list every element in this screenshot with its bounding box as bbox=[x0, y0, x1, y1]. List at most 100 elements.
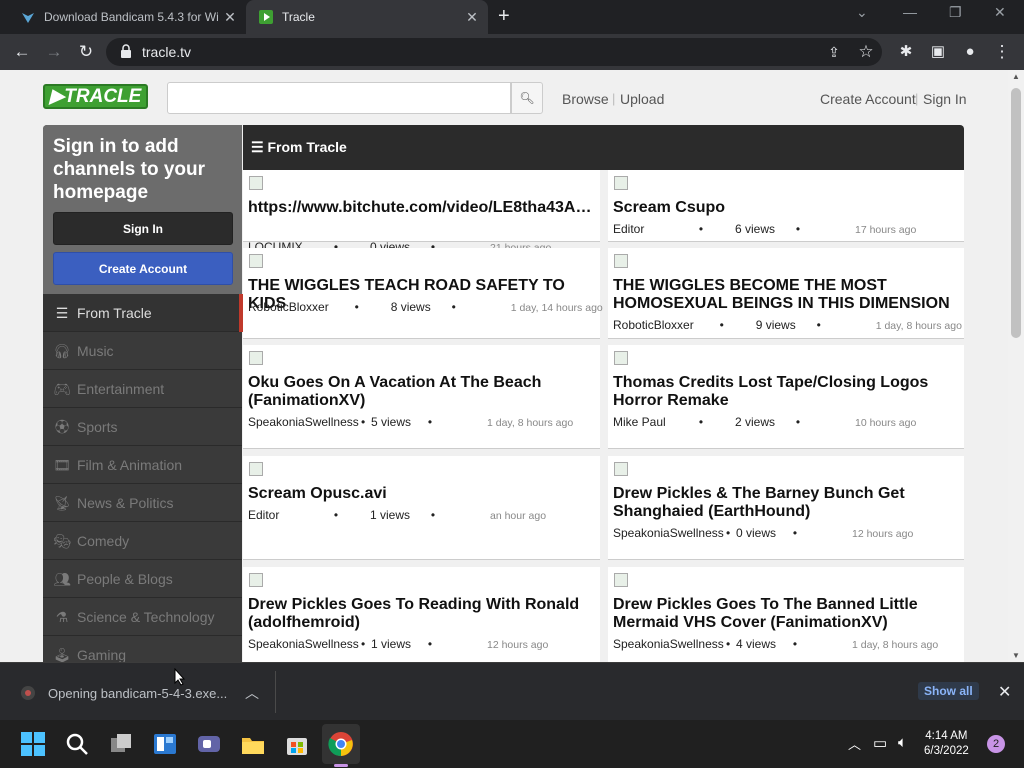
file-explorer-icon[interactable] bbox=[239, 730, 267, 758]
volume-icon[interactable]: 🔈︎ bbox=[898, 734, 907, 751]
profile-icon[interactable]: ● bbox=[960, 42, 980, 62]
new-tab-icon[interactable]: + bbox=[498, 6, 510, 26]
sidebar-item-film-animation[interactable]: 🎞︎ Film & Animation bbox=[43, 446, 242, 484]
video-card[interactable]: Oku Goes On A Vacation At The Beach (Fan… bbox=[243, 345, 600, 449]
sidebar-create-account-button[interactable]: Create Account bbox=[53, 252, 233, 285]
video-uploader[interactable]: SpeakoniaSwellness bbox=[248, 415, 361, 429]
create-account-link[interactable]: Create Account bbox=[820, 91, 916, 107]
notification-badge[interactable]: 2 bbox=[987, 735, 1005, 753]
video-uploader[interactable]: RoboticBloxxer bbox=[613, 318, 694, 332]
chrome-icon[interactable] bbox=[327, 730, 355, 758]
video-title[interactable]: Drew Pickles & The Barney Bunch Get Shan… bbox=[613, 485, 956, 521]
minimize-icon[interactable]: — bbox=[903, 4, 917, 20]
browse-link[interactable]: Browse bbox=[562, 91, 609, 107]
broken-thumbnail-icon[interactable] bbox=[249, 573, 263, 587]
video-card[interactable]: Drew Pickles Goes To The Banned Little M… bbox=[608, 567, 964, 662]
broken-thumbnail-icon[interactable] bbox=[249, 176, 263, 190]
close-tab-icon[interactable]: ✕ bbox=[220, 9, 240, 26]
clock[interactable]: 4:14 AM 6/3/2022 bbox=[924, 729, 969, 759]
video-title[interactable]: Scream Csupo bbox=[613, 199, 956, 217]
bookmark-star-icon[interactable]: ☆ bbox=[856, 42, 876, 62]
sidebar-item-music[interactable]: 🎧︎ Music bbox=[43, 332, 242, 370]
video-uploader[interactable]: Editor bbox=[613, 222, 673, 236]
share-icon[interactable]: ⇪ bbox=[824, 42, 844, 62]
tab-search-chevron-icon[interactable]: ⌄ bbox=[856, 4, 868, 21]
forward-icon[interactable]: → bbox=[44, 42, 64, 62]
search-box[interactable] bbox=[167, 82, 511, 114]
video-card[interactable]: https://www.bitchute.com/video/LE8tha43A… bbox=[243, 170, 600, 254]
broken-thumbnail-icon[interactable] bbox=[614, 573, 628, 587]
upload-link[interactable]: Upload bbox=[620, 91, 664, 107]
video-uploader[interactable]: SpeakoniaSwellness bbox=[248, 637, 361, 651]
close-window-icon[interactable]: ✕ bbox=[994, 4, 1006, 21]
sidebar-item-from-tracle[interactable]: ☰ From Tracle bbox=[43, 294, 242, 332]
sidebar-item-people-blogs[interactable]: 👥︎ People & Blogs bbox=[43, 560, 242, 598]
chevron-up-icon[interactable]: ︿ bbox=[245, 683, 259, 703]
close-download-bar-icon[interactable]: ✕ bbox=[998, 682, 1011, 702]
network-icon[interactable]: ▭ bbox=[873, 734, 887, 752]
widgets-icon[interactable] bbox=[151, 730, 179, 758]
menu-kebab-icon[interactable]: ⋮ bbox=[992, 42, 1012, 62]
download-status[interactable]: Opening bandicam-5-4-3.exe... bbox=[48, 686, 227, 701]
sidebar-item-news-politics[interactable]: 📡︎ News & Politics bbox=[43, 484, 242, 522]
video-title[interactable]: Drew Pickles Goes To The Banned Little M… bbox=[613, 596, 956, 632]
video-card[interactable]: THE WIGGLES BECOME THE MOST HOMOSEXUAL B… bbox=[608, 248, 964, 339]
tracle-logo[interactable]: ▶TRACLE bbox=[43, 84, 148, 109]
video-card[interactable]: Thomas Credits Lost Tape/Closing Logos H… bbox=[608, 345, 964, 449]
video-title[interactable]: Drew Pickles Goes To Reading With Ronald… bbox=[248, 596, 592, 632]
reload-icon[interactable]: ↻ bbox=[76, 42, 96, 62]
video-uploader[interactable]: SpeakoniaSwellness bbox=[613, 637, 726, 651]
video-title[interactable]: https://www.bitchute.com/video/LE8tha43A… bbox=[248, 199, 592, 217]
show-all-button[interactable]: Show all bbox=[918, 682, 979, 700]
video-card[interactable]: Drew Pickles Goes To Reading With Ronald… bbox=[243, 567, 600, 662]
search-input[interactable] bbox=[168, 83, 510, 113]
sidebar-item-comedy[interactable]: 🎭︎ Comedy bbox=[43, 522, 242, 560]
teams-chat-icon[interactable] bbox=[195, 730, 223, 758]
scrollbar-thumb[interactable] bbox=[1011, 88, 1021, 338]
search-icon: 🔍︎ bbox=[519, 91, 535, 105]
extensions-icon[interactable]: ✱ bbox=[896, 42, 916, 62]
video-uploader[interactable]: SpeakoniaSwellness bbox=[613, 526, 726, 540]
side-panel-icon[interactable]: ▣ bbox=[928, 42, 948, 62]
broken-thumbnail-icon[interactable] bbox=[249, 254, 263, 268]
broken-thumbnail-icon[interactable] bbox=[614, 351, 628, 365]
broken-thumbnail-icon[interactable] bbox=[249, 351, 263, 365]
back-icon[interactable]: ← bbox=[12, 42, 32, 62]
video-card[interactable]: Scream Csupo Editor • 6 views • 17 hours ago bbox=[608, 170, 964, 242]
microsoft-store-icon[interactable] bbox=[283, 730, 311, 758]
video-title[interactable]: Oku Goes On A Vacation At The Beach (Fan… bbox=[248, 374, 592, 410]
video-uploader[interactable]: RoboticBloxxer bbox=[248, 300, 329, 314]
video-title[interactable]: Thomas Credits Lost Tape/Closing Logos H… bbox=[613, 374, 956, 410]
address-bar[interactable]: tracle.tv bbox=[106, 38, 882, 66]
sign-in-link[interactable]: Sign In bbox=[923, 91, 967, 107]
sidebar-item-entertainment[interactable]: 🎮︎ Entertainment bbox=[43, 370, 242, 408]
task-view-icon[interactable] bbox=[107, 730, 135, 758]
video-card[interactable]: Scream Opusc.avi Editor • 1 views • an hour a… bbox=[243, 456, 600, 560]
chevron-up-icon[interactable]: ︿ bbox=[848, 734, 861, 753]
tab-tracle[interactable]: Tracle ✕ bbox=[246, 0, 488, 34]
video-card[interactable]: Drew Pickles & The Barney Bunch Get Shan… bbox=[608, 456, 964, 560]
video-uploader[interactable]: Editor bbox=[248, 508, 308, 522]
broken-thumbnail-icon[interactable] bbox=[614, 176, 628, 190]
search-icon[interactable] bbox=[63, 730, 91, 758]
video-title[interactable]: Scream Opusc.avi bbox=[248, 485, 592, 503]
broken-thumbnail-icon[interactable] bbox=[614, 254, 628, 268]
video-title[interactable]: THE WIGGLES BECOME THE MOST HOMOSEXUAL B… bbox=[613, 277, 956, 313]
restore-icon[interactable]: ❐ bbox=[949, 4, 962, 21]
video-uploader[interactable]: Mike Paul bbox=[613, 415, 673, 429]
search-button[interactable]: 🔍︎ bbox=[511, 82, 543, 114]
scroll-up-icon[interactable]: ▲ bbox=[1012, 72, 1020, 81]
tab-bandicam[interactable]: Download Bandicam 5.4.3 for Wi ✕ bbox=[8, 0, 246, 34]
broken-thumbnail-icon[interactable] bbox=[249, 462, 263, 476]
close-tab-icon[interactable]: ✕ bbox=[462, 9, 482, 26]
windows-start-icon[interactable] bbox=[19, 730, 47, 758]
sidebar-item-gaming[interactable]: 🕹︎ Gaming bbox=[43, 636, 242, 662]
video-age: 1 day, 8 hours ago bbox=[487, 417, 574, 429]
page-scrollbar[interactable]: ▲ ▼ bbox=[1008, 70, 1024, 662]
sidebar-sign-in-button[interactable]: Sign In bbox=[53, 212, 233, 245]
sidebar-item-science-technology[interactable]: ⚗︎ Science & Technology bbox=[43, 598, 242, 636]
sidebar-item-sports[interactable]: ⚽︎ Sports bbox=[43, 408, 242, 446]
broken-thumbnail-icon[interactable] bbox=[614, 462, 628, 476]
video-card[interactable]: THE WIGGLES TEACH ROAD SAFETY TO KIDS Rob… bbox=[243, 248, 603, 339]
scroll-down-icon[interactable]: ▼ bbox=[1012, 651, 1020, 660]
